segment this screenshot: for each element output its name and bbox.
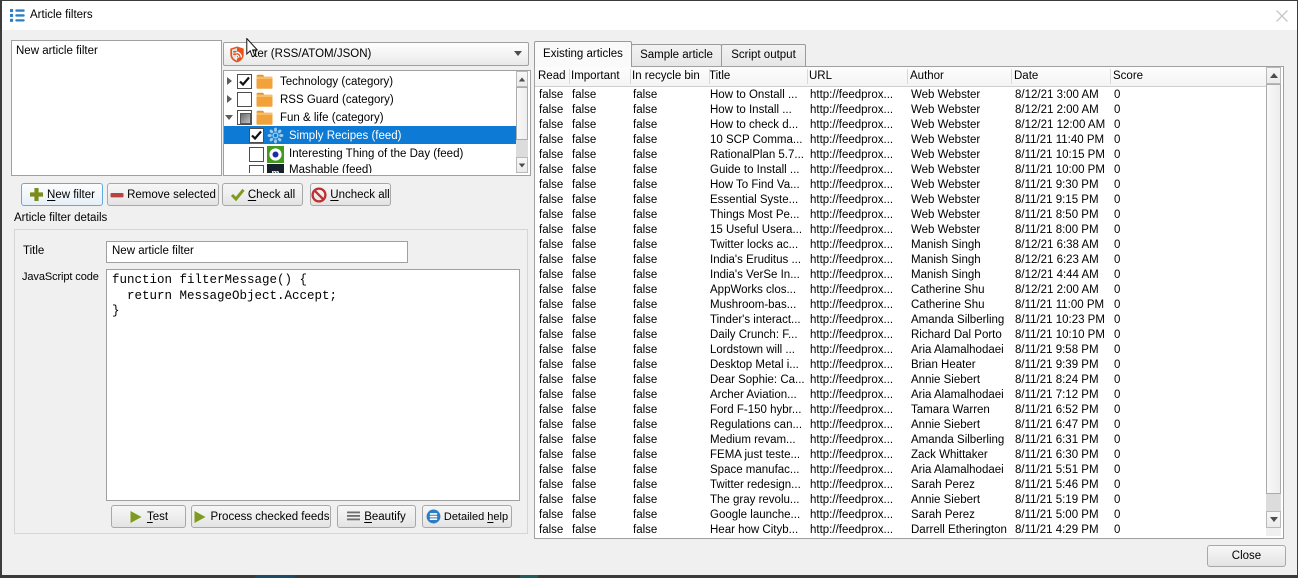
svg-text:m: m (271, 168, 279, 173)
